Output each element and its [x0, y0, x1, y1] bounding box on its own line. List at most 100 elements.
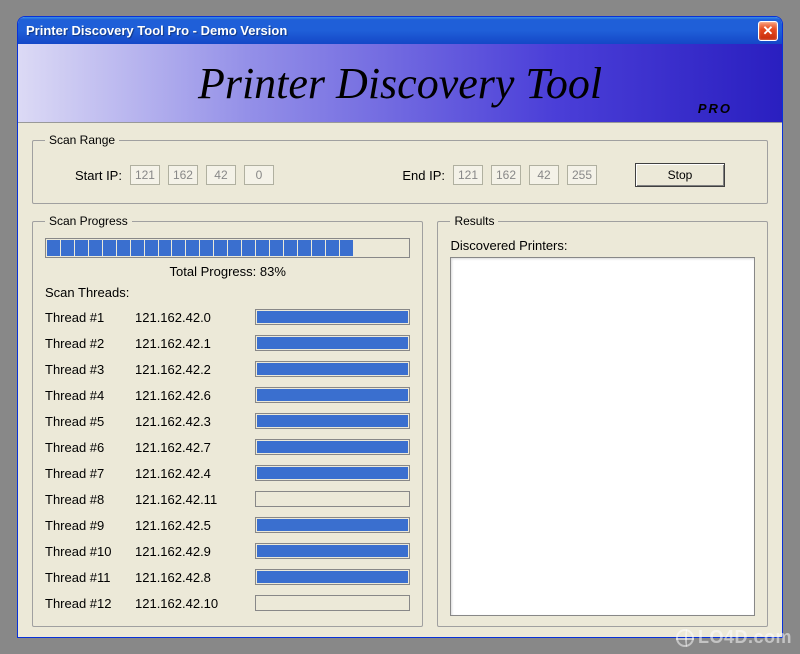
watermark-text: LO4D.com: [698, 627, 792, 648]
thread-row: Thread #5121.162.42.3: [45, 408, 410, 434]
thread-name: Thread #6: [45, 440, 135, 455]
start-ip-label: Start IP:: [75, 168, 122, 183]
thread-progress-fill: [257, 363, 408, 375]
progress-segment: [354, 240, 367, 256]
thread-row: Thread #12121.162.42.10: [45, 590, 410, 616]
thread-progress-bar: [255, 387, 410, 403]
thread-ip: 121.162.42.2: [135, 362, 255, 377]
window-title: Printer Discovery Tool Pro - Demo Versio…: [26, 23, 287, 38]
thread-list: Thread #1121.162.42.0Thread #2121.162.42…: [45, 304, 410, 616]
progress-segment: [103, 240, 116, 256]
thread-ip: 121.162.42.8: [135, 570, 255, 585]
thread-row: Thread #10121.162.42.9: [45, 538, 410, 564]
banner-subtitle: PRO: [698, 101, 732, 116]
thread-row: Thread #6121.162.42.7: [45, 434, 410, 460]
end-ip-octet-3[interactable]: [529, 165, 559, 185]
progress-segment: [242, 240, 255, 256]
thread-progress-bar: [255, 413, 410, 429]
scan-progress-group: Scan Progress Total Progress: 83% Scan T…: [32, 214, 423, 627]
close-button[interactable]: ✕: [758, 21, 778, 41]
discovered-printers-label: Discovered Printers:: [450, 238, 755, 253]
thread-ip: 121.162.42.0: [135, 310, 255, 325]
thread-row: Thread #8121.162.42.11: [45, 486, 410, 512]
progress-segment: [395, 240, 408, 256]
thread-progress-fill: [257, 415, 408, 427]
thread-name: Thread #1: [45, 310, 135, 325]
end-ip-label: End IP:: [402, 168, 445, 183]
client-area: Scan Range Start IP: End IP: Stop Scan P…: [18, 123, 782, 637]
thread-progress-fill: [257, 545, 408, 557]
titlebar[interactable]: Printer Discovery Tool Pro - Demo Versio…: [18, 17, 782, 44]
progress-segment: [117, 240, 130, 256]
progress-segment: [270, 240, 283, 256]
thread-name: Thread #3: [45, 362, 135, 377]
progress-segment: [89, 240, 102, 256]
thread-progress-bar: [255, 465, 410, 481]
progress-segment: [284, 240, 297, 256]
progress-segment: [326, 240, 339, 256]
thread-progress-bar: [255, 491, 410, 507]
progress-segment: [172, 240, 185, 256]
progress-segment: [186, 240, 199, 256]
progress-segment: [200, 240, 213, 256]
start-ip-octet-4[interactable]: [244, 165, 274, 185]
scan-progress-legend: Scan Progress: [45, 214, 132, 228]
thread-row: Thread #3121.162.42.2: [45, 356, 410, 382]
thread-ip: 121.162.42.7: [135, 440, 255, 455]
start-ip-octet-2[interactable]: [168, 165, 198, 185]
thread-progress-bar: [255, 439, 410, 455]
start-ip-octet-1[interactable]: [130, 165, 160, 185]
thread-progress-fill: [257, 389, 408, 401]
thread-progress-bar: [255, 309, 410, 325]
progress-segment: [256, 240, 269, 256]
start-ip-octet-3[interactable]: [206, 165, 236, 185]
thread-name: Thread #4: [45, 388, 135, 403]
thread-name: Thread #5: [45, 414, 135, 429]
scan-threads-label: Scan Threads:: [45, 285, 410, 300]
scan-range-group: Scan Range Start IP: End IP: Stop: [32, 133, 768, 204]
globe-icon: [676, 629, 694, 647]
watermark: LO4D.com: [676, 627, 792, 648]
end-ip-octet-2[interactable]: [491, 165, 521, 185]
results-group: Results Discovered Printers:: [437, 214, 768, 627]
thread-ip: 121.162.42.10: [135, 596, 255, 611]
progress-segment: [214, 240, 227, 256]
thread-ip: 121.162.42.4: [135, 466, 255, 481]
thread-row: Thread #1121.162.42.0: [45, 304, 410, 330]
thread-ip: 121.162.42.6: [135, 388, 255, 403]
total-progress-label: Total Progress: 83%: [45, 264, 410, 279]
progress-segment: [228, 240, 241, 256]
thread-progress-fill: [257, 337, 408, 349]
thread-name: Thread #12: [45, 596, 135, 611]
progress-segment: [75, 240, 88, 256]
thread-progress-bar: [255, 569, 410, 585]
banner: Printer Discovery Tool PRO: [18, 44, 782, 123]
close-icon: ✕: [763, 23, 774, 39]
total-progress-bar: [45, 238, 410, 258]
thread-progress-fill: [257, 467, 408, 479]
end-ip-octet-1[interactable]: [453, 165, 483, 185]
thread-progress-bar: [255, 595, 410, 611]
thread-ip: 121.162.42.5: [135, 518, 255, 533]
thread-row: Thread #4121.162.42.6: [45, 382, 410, 408]
thread-progress-fill: [257, 441, 408, 453]
results-legend: Results: [450, 214, 498, 228]
scan-range-legend: Scan Range: [45, 133, 119, 147]
app-window: Printer Discovery Tool Pro - Demo Versio…: [17, 16, 783, 638]
thread-progress-bar: [255, 517, 410, 533]
progress-segment: [145, 240, 158, 256]
thread-name: Thread #8: [45, 492, 135, 507]
thread-progress-bar: [255, 361, 410, 377]
progress-segment: [159, 240, 172, 256]
stop-button[interactable]: Stop: [635, 163, 725, 187]
end-ip-octet-4[interactable]: [567, 165, 597, 185]
thread-ip: 121.162.42.9: [135, 544, 255, 559]
progress-segment: [298, 240, 311, 256]
thread-name: Thread #9: [45, 518, 135, 533]
thread-progress-bar: [255, 543, 410, 559]
thread-row: Thread #7121.162.42.4: [45, 460, 410, 486]
discovered-printers-list[interactable]: [450, 257, 755, 616]
progress-segment: [312, 240, 325, 256]
thread-progress-fill: [257, 519, 408, 531]
banner-title: Printer Discovery Tool: [198, 58, 602, 109]
